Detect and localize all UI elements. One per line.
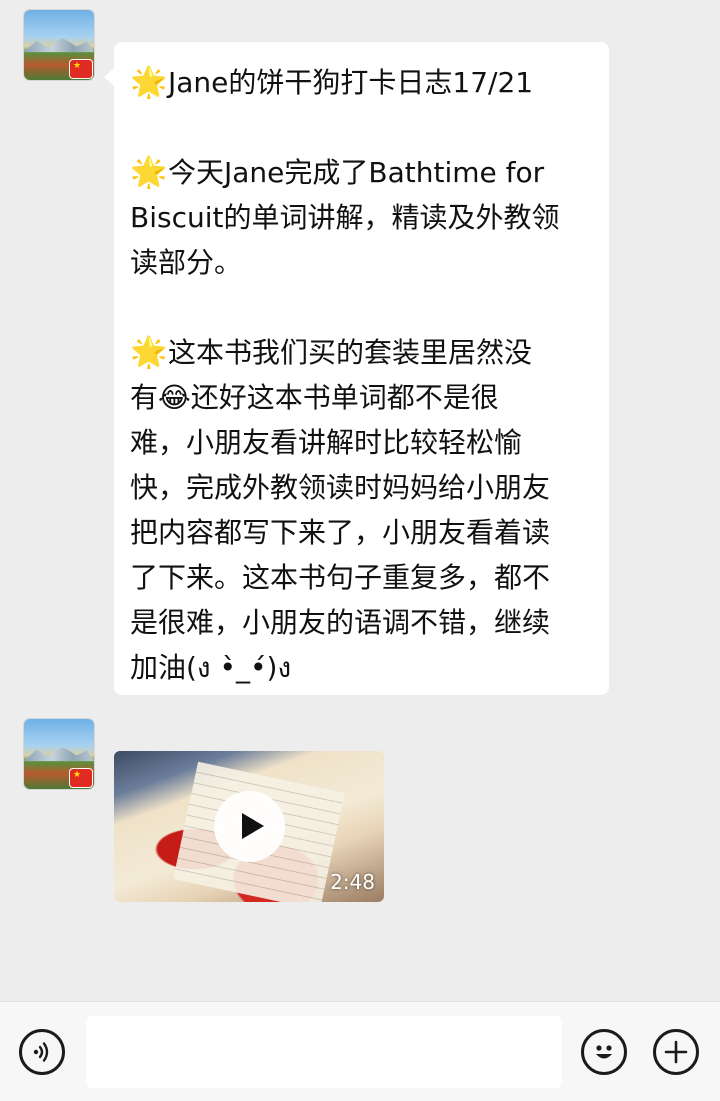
plus-icon: [664, 1040, 688, 1064]
china-flag-icon: [70, 769, 92, 787]
message-paragraph: 🌟Jane的饼干狗打卡日志17/21: [130, 60, 593, 105]
message-paragraph: 🌟今天Jane完成了Bathtime for Biscuit的单词讲解，精读及外…: [130, 150, 593, 285]
glowing-star-icon: 🌟: [130, 335, 168, 370]
input-bar: [0, 1001, 720, 1101]
message-text: Jane的饼干狗打卡日志17/21: [168, 66, 534, 99]
voice-wave-icon: [33, 1042, 49, 1062]
smiley-face-icon: [596, 1045, 612, 1059]
message-paragraph: 🌟这本书我们买的套装里居然没 有😂还好这本书单词都不是很 难，小朋友看讲解时比较…: [130, 330, 593, 690]
emoji-button[interactable]: [581, 1029, 627, 1075]
video-message[interactable]: 2:48: [114, 751, 384, 902]
message-text: 还好这本书单词都不是很 难，小朋友看讲解时比较轻松愉 快，完成外教领读时妈妈给小…: [130, 381, 551, 684]
glowing-star-icon: 🌟: [130, 65, 168, 100]
china-flag-icon: [70, 60, 92, 78]
chat-area: 🌟Jane的饼干狗打卡日志17/21 🌟今天Jane完成了Bathtime fo…: [0, 0, 720, 1001]
voice-button[interactable]: [19, 1029, 65, 1075]
sender-avatar[interactable]: [24, 719, 94, 789]
play-icon[interactable]: [214, 791, 285, 862]
glowing-star-icon: 🌟: [130, 155, 168, 190]
message-input[interactable]: [86, 1016, 562, 1088]
message-text: 今天Jane完成了Bathtime for Biscuit的单词讲解，精读及外教…: [130, 156, 560, 279]
message-bubble[interactable]: 🌟Jane的饼干狗打卡日志17/21 🌟今天Jane完成了Bathtime fo…: [104, 42, 609, 695]
more-button[interactable]: [653, 1029, 699, 1075]
video-duration: 2:48: [330, 870, 375, 894]
sender-avatar[interactable]: [24, 10, 94, 80]
tears-of-joy-emoji-icon: 😂: [158, 381, 191, 414]
